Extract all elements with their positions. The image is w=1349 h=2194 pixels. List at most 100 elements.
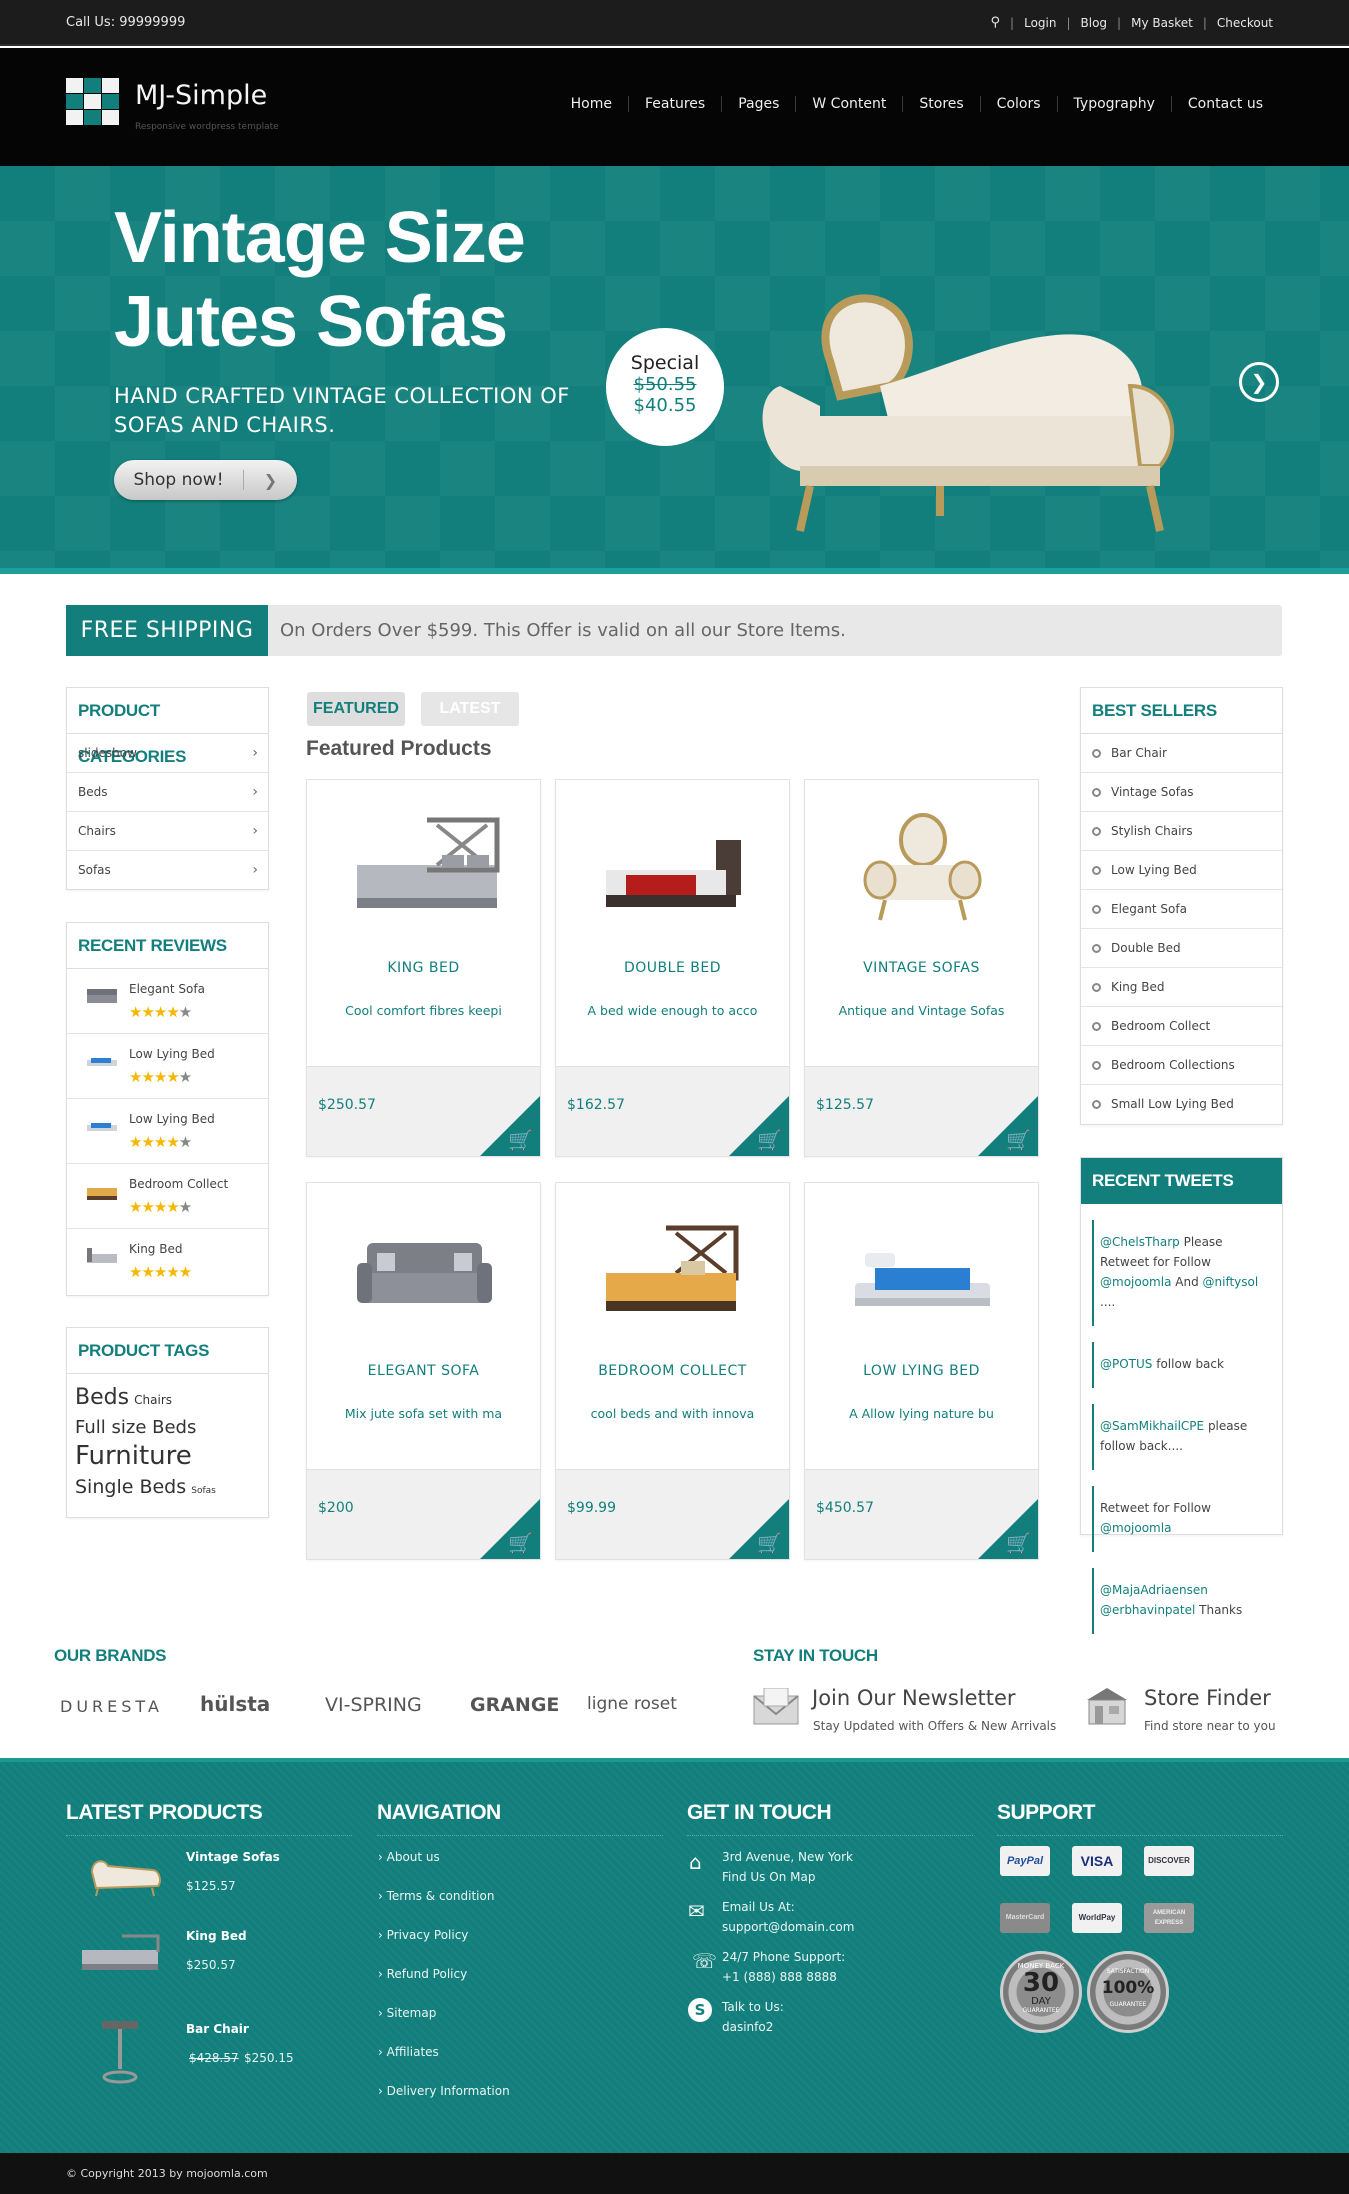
shop-now-button[interactable]: Shop now! ❯	[114, 460, 297, 500]
footer-nav-sitemap[interactable]: › Sitemap	[378, 2006, 436, 2020]
best-seller-item[interactable]: Low Lying Bed	[1081, 851, 1282, 890]
nav-contact-us[interactable]: Contact us	[1170, 96, 1279, 112]
checkout-link[interactable]: Checkout	[1217, 16, 1273, 30]
phone-icon: ☏	[692, 1949, 718, 1973]
basket-icon[interactable]: 🛒	[508, 1531, 533, 1555]
tag-sofas[interactable]: Sofas	[191, 1486, 216, 1496]
envelope-icon: ✉	[688, 1899, 705, 1923]
tweet-handle[interactable]: @niftysol	[1203, 1275, 1259, 1289]
newsletter-title[interactable]: Join Our Newsletter	[812, 1686, 1016, 1710]
best-seller-item[interactable]: Double Bed	[1081, 929, 1282, 968]
king-bed-image	[357, 817, 500, 908]
category-item[interactable]: Chairs ›	[67, 812, 268, 851]
tweet-handle[interactable]: @SamMikhailCPE	[1100, 1419, 1204, 1433]
review-item[interactable]: King Bed ★★★★★	[67, 1229, 268, 1294]
nav-home[interactable]: Home	[555, 96, 628, 112]
tweet-handle[interactable]: @mojoomla	[1100, 1275, 1171, 1289]
footer-nav-refund-policy[interactable]: › Refund Policy	[378, 1967, 467, 1981]
slider-next-icon[interactable]: ❯	[1239, 362, 1279, 402]
best-seller-item[interactable]: Bedroom Collect	[1081, 1007, 1282, 1046]
tag-beds[interactable]: Beds	[75, 1385, 129, 1410]
best-seller-item[interactable]: Small Low Lying Bed	[1081, 1085, 1282, 1124]
tag-full-size-beds[interactable]: Full size Beds	[75, 1417, 196, 1438]
basket-icon[interactable]: 🛒	[508, 1128, 533, 1152]
latest-product-price: $125.57	[186, 1879, 236, 1893]
logo-title[interactable]: MJ-Simple	[135, 80, 267, 111]
latest-product-name[interactable]: Bar Chair	[186, 2022, 249, 2036]
footer-nav-delivery-information[interactable]: › Delivery Information	[378, 2084, 510, 2098]
footer-nav-privacy-policy[interactable]: › Privacy Policy	[378, 1928, 468, 1942]
review-item[interactable]: Elegant Sofa ★★★★★	[67, 969, 268, 1034]
best-seller-item[interactable]: King Bed	[1081, 968, 1282, 1007]
vintage-sofa-image	[863, 813, 982, 921]
stay-in-touch-heading: STAY IN TOUCH	[753, 1646, 878, 1665]
best-seller-item[interactable]: Bar Chair	[1081, 734, 1282, 773]
basket-icon[interactable]: 🛒	[757, 1128, 782, 1152]
tweet-handle[interactable]: @mojoomla	[1100, 1521, 1171, 1535]
review-item[interactable]: Bedroom Collect ★★★★★	[67, 1164, 268, 1229]
product-card[interactable]: VINTAGE SOFAS Antique and Vintage Sofas …	[804, 779, 1039, 1157]
email-link[interactable]: support@domain.com	[722, 1917, 854, 1937]
tab-latest[interactable]: LATEST	[421, 692, 519, 726]
hero-subtitle: HAND CRAFTED VINTAGE COLLECTION OF SOFAS…	[114, 384, 570, 437]
tweet-handle[interactable]: @erbhavinpatel	[1100, 1603, 1195, 1617]
vintage-sofa-thumb[interactable]	[82, 1852, 166, 1898]
brand-duresta[interactable]: DURESTA	[60, 1697, 163, 1716]
nav-typography[interactable]: Typography	[1056, 96, 1171, 112]
basket-icon[interactable]: 🛒	[757, 1531, 782, 1555]
free-shipping-banner: FREE SHIPPING On Orders Over $599. This …	[66, 605, 1282, 656]
footer-nav-affiliates[interactable]: › Affiliates	[378, 2045, 439, 2059]
nav-colors[interactable]: Colors	[979, 96, 1057, 112]
tweet-handle[interactable]: @POTUS	[1100, 1357, 1152, 1371]
footer-nav-about-us[interactable]: › About us	[378, 1850, 440, 1864]
product-card[interactable]: BEDROOM COLLECT cool beds and with innov…	[555, 1182, 790, 1560]
review-item[interactable]: Low Lying Bed ★★★★★	[67, 1099, 268, 1164]
brand-grange[interactable]: GRANGE	[470, 1694, 559, 1716]
best-seller-item[interactable]: Vintage Sofas	[1081, 773, 1282, 812]
footer-nav-terms[interactable]: › Terms & condition	[378, 1889, 494, 1903]
login-link[interactable]: Login	[1024, 16, 1056, 30]
tag-chairs[interactable]: Chairs	[134, 1393, 172, 1407]
latest-product-name[interactable]: King Bed	[186, 1929, 247, 1943]
best-seller-item[interactable]: Elegant Sofa	[1081, 890, 1282, 929]
mastercard-icon: MasterCard	[1000, 1903, 1050, 1933]
best-seller-item[interactable]: Stylish Chairs	[1081, 812, 1282, 851]
tag-single-beds[interactable]: Single Beds	[75, 1476, 186, 1498]
star-rating: ★★★★★	[129, 1263, 192, 1281]
basket-icon[interactable]: 🛒	[1006, 1531, 1031, 1555]
product-card[interactable]: DOUBLE BED A bed wide enough to acco $16…	[555, 779, 790, 1157]
my-basket-link[interactable]: My Basket	[1131, 16, 1193, 30]
nav-w-content[interactable]: W Content	[795, 96, 902, 112]
nav-stores[interactable]: Stores	[902, 96, 979, 112]
find-us-on-map-link[interactable]: Find Us On Map	[722, 1867, 853, 1887]
tweet-handle[interactable]: @ChelsTharp	[1100, 1235, 1180, 1249]
skype-link[interactable]: dasinfo2	[722, 2017, 784, 2037]
store-finder-title[interactable]: Store Finder	[1144, 1686, 1271, 1710]
latest-product-name[interactable]: Vintage Sofas	[186, 1850, 280, 1864]
logo-icon[interactable]	[66, 78, 119, 125]
best-sellers-widget: BEST SELLERS Bar Chair Vintage Sofas Sty…	[1080, 687, 1283, 1125]
basket-icon[interactable]: 🛒	[1006, 1128, 1031, 1152]
brand-ligne-roset[interactable]: ligne roset	[587, 1694, 677, 1714]
product-card[interactable]: ELEGANT SOFA Mix jute sofa set with ma $…	[306, 1182, 541, 1560]
tag-furniture[interactable]: Furniture	[75, 1441, 192, 1471]
review-item[interactable]: Low Lying Bed ★★★★★	[67, 1034, 268, 1099]
call-us-text: Call Us: 99999999	[66, 15, 186, 30]
low-lying-bed-thumb	[87, 1058, 117, 1066]
category-item[interactable]: Beds ›	[67, 773, 268, 812]
category-item[interactable]: slideshow ›	[67, 734, 268, 773]
category-item[interactable]: Sofas ›	[67, 851, 268, 890]
product-card[interactable]: LOW LYING BED A Allow lying nature bu $4…	[804, 1182, 1039, 1560]
best-seller-item[interactable]: Bedroom Collections	[1081, 1046, 1282, 1085]
brand-hulsta[interactable]: hülsta	[200, 1692, 270, 1716]
tab-featured[interactable]: FEATURED	[307, 692, 405, 726]
blog-link[interactable]: Blog	[1081, 16, 1108, 30]
bar-chair-thumb[interactable]	[82, 2013, 166, 2088]
tweet-handle[interactable]: @MajaAdriaensen	[1100, 1583, 1208, 1597]
king-bed-thumb[interactable]	[78, 1932, 162, 1978]
nav-features[interactable]: Features	[628, 96, 721, 112]
search-icon[interactable]: ⚲	[991, 15, 1001, 30]
brand-vi-spring[interactable]: VI-SPRING	[325, 1694, 422, 1716]
product-card[interactable]: KING BED Cool comfort fibres keepi $250.…	[306, 779, 541, 1157]
nav-pages[interactable]: Pages	[721, 96, 795, 112]
